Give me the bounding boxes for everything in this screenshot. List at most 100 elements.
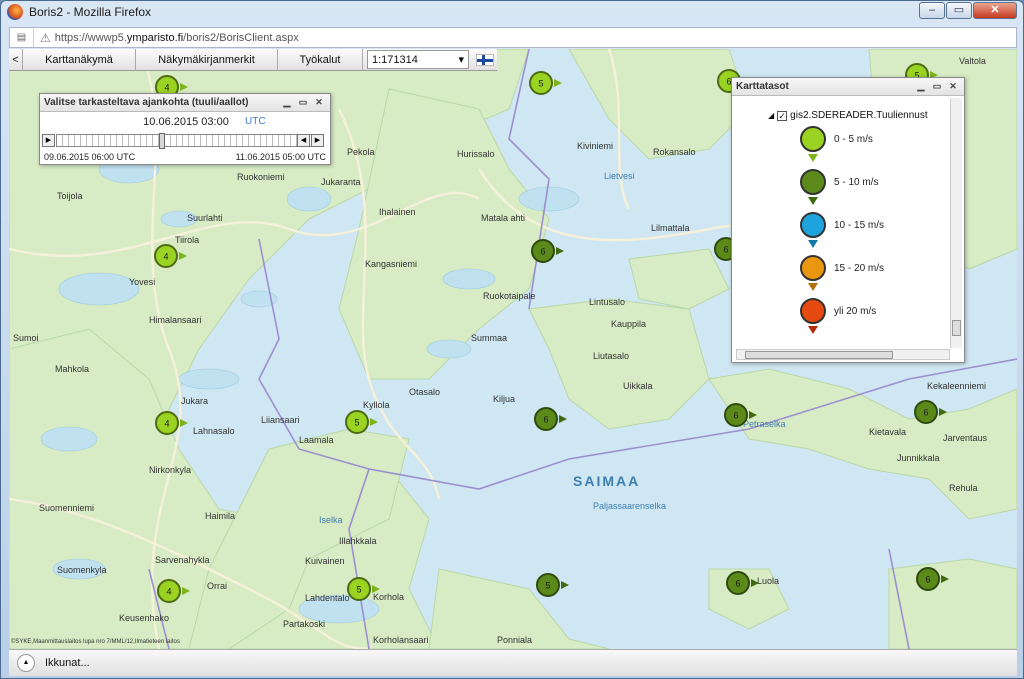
lake <box>286 186 332 212</box>
wind-marker-icon <box>800 212 826 248</box>
place-label: SAIMAA <box>573 473 640 489</box>
wind-marker-value: 5 <box>356 585 361 595</box>
place-label: Partakoski <box>283 619 325 629</box>
maximize-button[interactable]: ▭ <box>946 2 972 19</box>
place-label: Hurissalo <box>457 149 495 159</box>
place-label: Lahnasalo <box>193 426 235 436</box>
timezone-label: UTC <box>245 116 266 127</box>
place-label: Yovesi <box>129 277 155 287</box>
minimize-icon[interactable]: ▁ <box>914 80 928 92</box>
wind-marker-value: 4 <box>164 83 169 93</box>
close-icon[interactable]: ✕ <box>312 96 326 108</box>
minimize-button[interactable]: – <box>919 2 945 19</box>
step-forward-icon[interactable]: ▶ <box>311 134 324 147</box>
place-label: Korhola <box>373 592 404 602</box>
wind-marker-value: 5 <box>354 418 359 428</box>
window-title: Boris2 - Mozilla Firefox <box>29 5 152 19</box>
place-label: Suomenniemi <box>39 503 94 513</box>
place-label: Ihalainen <box>379 207 416 217</box>
windows-menu[interactable]: Ikkunat... <box>45 657 90 669</box>
chevron-up-icon[interactable]: ▲ <box>17 654 35 672</box>
place-label: Mahkola <box>55 364 89 374</box>
layer-checkbox[interactable]: ✓ <box>777 110 788 121</box>
legend-label: yli 20 m/s <box>834 305 877 317</box>
legend-item: 10 - 15 m/s <box>800 212 884 248</box>
layers-pane-title[interactable]: Karttatasot ▁ ▭ ✕ <box>732 78 964 96</box>
legend-label: 5 - 10 m/s <box>834 176 879 188</box>
lake <box>58 272 140 306</box>
time-slider[interactable] <box>56 133 318 149</box>
wind-marker-value: 5 <box>538 79 543 89</box>
bottom-bar: ▲ Ikkunat... <box>9 649 1017 676</box>
place-label: Ruokotaipale <box>483 291 536 301</box>
place-label: Suurlahti <box>187 213 223 223</box>
place-label: Luola <box>757 576 779 586</box>
place-label: Kangasniemi <box>365 259 417 269</box>
wind-marker-icon <box>800 298 826 334</box>
top-toolbar: < Karttanäkymä Näkymäkirjanmerkit Työkal… <box>9 49 497 71</box>
close-button[interactable]: ✕ <box>973 2 1017 19</box>
place-label: Tiirola <box>175 235 199 245</box>
lake <box>426 339 472 359</box>
finnish-flag-icon[interactable] <box>476 54 494 66</box>
url-bar[interactable]: ▤ ⚠ https://wwwp5.ymparisto.fi/boris2/Bo… <box>9 27 1017 48</box>
menu-nakymakirjanmerkit[interactable]: Näkymäkirjanmerkit <box>136 49 278 71</box>
scale-select[interactable]: 1:171314 ▾ <box>367 50 469 69</box>
play-icon[interactable]: ▶ <box>42 134 55 147</box>
browser-window: Boris2 - Mozilla Firefox – ▭ ✕ ▤ ⚠ https… <box>0 0 1024 679</box>
place-label: Lietvesi <box>604 171 635 181</box>
firefox-icon <box>7 4 23 20</box>
collapse-button[interactable]: < <box>9 49 23 71</box>
place-label: Petraselka <box>743 419 786 429</box>
place-label: Uikkala <box>623 381 653 391</box>
place-label: Junnikkala <box>897 453 940 463</box>
place-label: Kuivainen <box>305 556 345 566</box>
url-text[interactable]: https://wwwp5.ymparisto.fi/boris2/BorisC… <box>55 32 299 44</box>
legend-item: 5 - 10 m/s <box>800 169 879 205</box>
chevron-down-icon: ▾ <box>458 54 464 66</box>
place-label: Kiviniemi <box>577 141 613 151</box>
title-bar: Boris2 - Mozilla Firefox – ▭ ✕ <box>1 1 1023 23</box>
place-label: Rokansalo <box>653 147 696 157</box>
step-back-icon[interactable]: ◀ <box>297 134 310 147</box>
menu-tyokalut[interactable]: Työkalut <box>278 49 363 71</box>
time-selector-pane: Valitse tarkasteltava ajankohta (tuuli/a… <box>39 93 331 165</box>
place-label: Sarvenahykla <box>155 555 210 565</box>
place-label: Ruokoniemi <box>237 172 285 182</box>
layer-row[interactable]: ◢ ✓ gis2.SDEREADER.Tuuliennust <box>768 110 928 121</box>
horizontal-scrollbar[interactable] <box>736 349 950 360</box>
scroll-thumb[interactable] <box>745 351 893 359</box>
wind-marker-value: 6 <box>733 411 738 421</box>
maximize-icon[interactable]: ▭ <box>296 96 310 108</box>
wind-marker-icon <box>800 255 826 291</box>
time-end: 11.06.2015 05:00 UTC <box>235 152 326 162</box>
warning-icon[interactable]: ⚠ <box>40 31 51 45</box>
expand-arrow-icon[interactable]: ◢ <box>768 111 774 120</box>
maximize-icon[interactable]: ▭ <box>930 80 944 92</box>
place-label: Sumoi <box>13 333 39 343</box>
place-label: Jarventaus <box>943 433 988 443</box>
wind-marker-value: 4 <box>164 419 169 429</box>
wind-marker-value: 4 <box>166 587 171 597</box>
legend-label: 15 - 20 m/s <box>834 262 885 274</box>
legend-item: 0 - 5 m/s <box>800 126 873 162</box>
place-label: Kiljua <box>493 394 515 404</box>
place-label: Laamala <box>299 435 334 445</box>
lake <box>518 186 580 212</box>
place-label: Kekaleenniemi <box>927 381 986 391</box>
place-label: Illahkkala <box>339 536 377 546</box>
scroll-thumb[interactable] <box>952 320 961 336</box>
place-label: Lahdentalo <box>305 593 350 603</box>
menu-karttanakyma[interactable]: Karttanäkymä <box>23 49 136 71</box>
place-label: Otasalo <box>409 387 440 397</box>
close-icon[interactable]: ✕ <box>946 80 960 92</box>
place-label: Himalansaari <box>149 315 202 325</box>
place-label: Kietavala <box>869 427 906 437</box>
vertical-scrollbar[interactable] <box>950 98 962 348</box>
place-label: Lilmattala <box>651 223 690 233</box>
time-pane-title-text: Valitse tarkasteltava ajankohta (tuuli/a… <box>44 97 249 108</box>
minimize-icon[interactable]: ▁ <box>280 96 294 108</box>
wind-marker-value: 6 <box>723 245 728 255</box>
slider-thumb[interactable] <box>159 133 166 149</box>
time-pane-title[interactable]: Valitse tarkasteltava ajankohta (tuuli/a… <box>40 94 330 112</box>
